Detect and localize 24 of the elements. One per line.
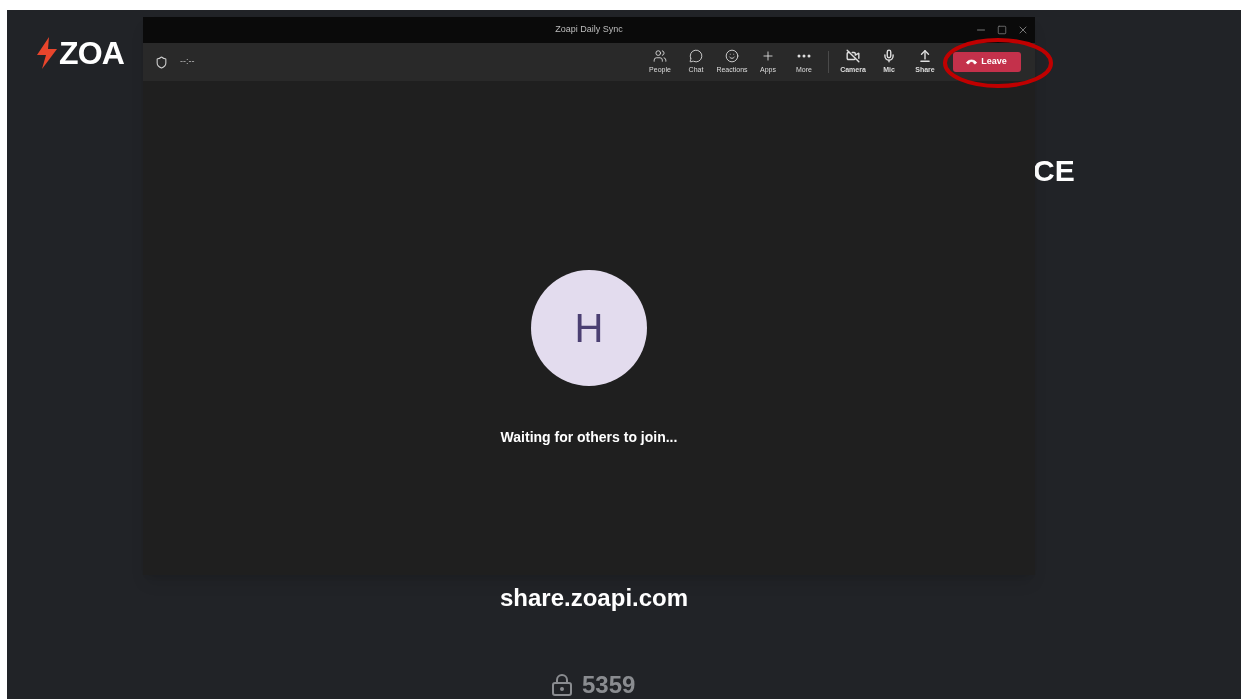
more-icon (797, 53, 811, 58)
close-button[interactable] (1017, 24, 1029, 36)
maximize-button[interactable] (997, 25, 1007, 35)
avatar: H (531, 270, 647, 386)
lightning-icon (35, 37, 59, 69)
leave-button[interactable]: Leave (953, 52, 1021, 72)
shield-icon (155, 55, 168, 69)
lock-icon (550, 673, 574, 697)
close-icon (1017, 24, 1029, 36)
plus-icon (761, 48, 775, 63)
share-icon (918, 48, 932, 63)
meeting-timer: --:-- (180, 55, 195, 69)
microphone-icon (882, 48, 896, 63)
heading-text: CE (1033, 156, 1075, 186)
camera-off-icon (846, 48, 860, 63)
url-text: share.zoapi.com (500, 586, 689, 610)
maximize-icon (997, 25, 1007, 35)
code-text: 5359 (582, 673, 636, 697)
status-text: Waiting for others to join... (500, 428, 678, 447)
smiley-icon (725, 48, 739, 63)
window-title: Zoapi Daily Sync (555, 23, 623, 37)
logo-text: ZOA (59, 37, 125, 69)
chat-icon (689, 48, 703, 63)
people-icon (653, 48, 667, 63)
